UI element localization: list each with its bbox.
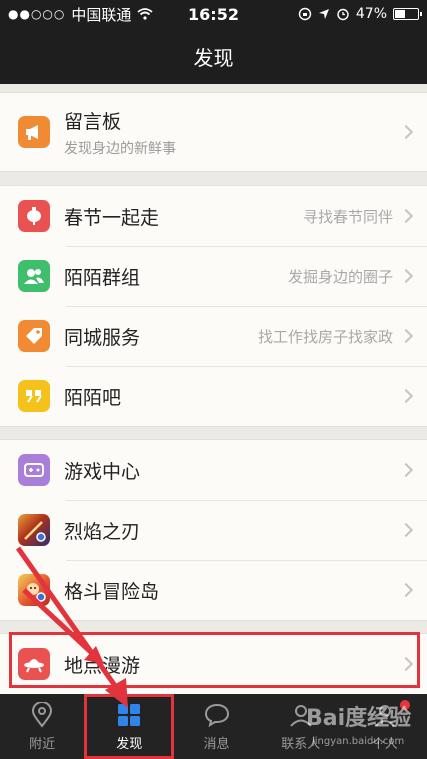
tab-profile[interactable]: 个人 bbox=[343, 694, 427, 759]
item-hint: 寻找春节同伴 bbox=[302, 207, 393, 226]
signal-strength-icon: ●●○○○ bbox=[8, 7, 66, 21]
item-title: 地点漫游 bbox=[64, 654, 141, 677]
battery-icon bbox=[393, 8, 422, 20]
tab-bar: 附近 发现 消息 联系人 个人 bbox=[0, 694, 427, 759]
quote-icon bbox=[18, 380, 50, 412]
item-title: 游戏中心 bbox=[64, 460, 141, 483]
list-item-message-board[interactable]: 留言板 发现身边的新鲜事 bbox=[0, 93, 427, 171]
grid-icon bbox=[115, 701, 143, 729]
chevron-right-icon bbox=[398, 582, 414, 598]
list-item-city-services[interactable]: 同城服务 找工作找房子找家政 bbox=[0, 306, 427, 366]
megaphone-icon bbox=[18, 116, 50, 148]
item-hint: 发掘身边的圈子 bbox=[287, 267, 393, 286]
chevron-right-icon bbox=[398, 388, 414, 404]
tab-label: 消息 bbox=[203, 737, 230, 752]
item-title: 留言板 bbox=[64, 110, 122, 133]
alarm-icon bbox=[337, 8, 349, 21]
tab-contacts[interactable]: 联系人 bbox=[259, 694, 343, 759]
gamepad-icon bbox=[18, 454, 50, 486]
list-item-game-center[interactable]: 游戏中心 bbox=[0, 440, 427, 500]
item-title: 同城服务 bbox=[64, 326, 141, 349]
tab-label: 个人 bbox=[371, 737, 398, 752]
item-title: 格斗冒险岛 bbox=[64, 580, 160, 603]
chevron-right-icon bbox=[398, 656, 414, 672]
game-thumbnail-icon bbox=[18, 574, 50, 606]
item-title: 春节一起走 bbox=[64, 206, 160, 229]
tab-label: 附近 bbox=[29, 737, 56, 752]
chevron-right-icon bbox=[398, 124, 414, 140]
list-group: 地点漫游 bbox=[0, 633, 427, 694]
nav-bar: 发现 bbox=[0, 28, 427, 84]
discover-list[interactable]: 留言板 发现身边的新鲜事 春节一起走 寻找春节同伴 陌陌群组 发掘身边的圈子 同… bbox=[0, 84, 427, 694]
tab-messages[interactable]: 消息 bbox=[174, 694, 258, 759]
item-title: 陌陌群组 bbox=[64, 266, 141, 289]
chevron-right-icon bbox=[398, 268, 414, 284]
item-title: 陌陌吧 bbox=[64, 386, 122, 409]
list-item-game-fight-island[interactable]: 格斗冒险岛 bbox=[0, 560, 427, 620]
chevron-right-icon bbox=[398, 522, 414, 538]
list-item-location-roaming[interactable]: 地点漫游 bbox=[0, 634, 427, 694]
item-subtitle: 发现身边的新鲜事 bbox=[64, 140, 176, 157]
status-bar: ●●○○○ 中国联通 16:52 47% bbox=[0, 0, 427, 28]
chevron-right-icon bbox=[398, 328, 414, 344]
carrier-name: 中国联通 bbox=[71, 5, 132, 24]
list-group: 留言板 发现身边的新鲜事 bbox=[0, 92, 427, 172]
tag-icon bbox=[18, 320, 50, 352]
tab-label: 联系人 bbox=[281, 737, 321, 752]
list-item-groups[interactable]: 陌陌群组 发掘身边的圈子 bbox=[0, 246, 427, 306]
notification-badge bbox=[400, 700, 411, 710]
ufo-icon bbox=[18, 648, 50, 680]
chat-bubble-icon bbox=[203, 701, 231, 729]
tab-discover[interactable]: 发现 bbox=[84, 694, 175, 759]
chevron-right-icon bbox=[398, 462, 414, 478]
chevron-right-icon bbox=[398, 208, 414, 224]
lantern-icon bbox=[18, 200, 50, 232]
location-pin-icon bbox=[28, 701, 56, 729]
tab-nearby[interactable]: 附近 bbox=[0, 694, 84, 759]
list-item-game-blade[interactable]: 烈焰之刃 bbox=[0, 500, 427, 560]
page-title: 发现 bbox=[193, 45, 234, 70]
rotation-lock-icon bbox=[298, 7, 312, 21]
location-arrow-icon bbox=[318, 9, 329, 19]
list-item-momo-bar[interactable]: 陌陌吧 bbox=[0, 366, 427, 426]
list-group: 春节一起走 寻找春节同伴 陌陌群组 发掘身边的圈子 同城服务 找工作找房子找家政… bbox=[0, 185, 427, 427]
profile-icon bbox=[371, 701, 399, 729]
list-item-spring-festival[interactable]: 春节一起走 寻找春节同伴 bbox=[0, 186, 427, 246]
person-icon bbox=[287, 701, 315, 729]
tab-label: 发现 bbox=[116, 737, 143, 752]
item-hint: 找工作找房子找家政 bbox=[257, 327, 393, 346]
game-thumbnail-icon bbox=[18, 514, 50, 546]
item-title: 烈焰之刃 bbox=[64, 520, 141, 543]
battery-percent: 47% bbox=[355, 6, 387, 22]
group-icon bbox=[18, 260, 50, 292]
list-group: 游戏中心 烈焰之刃 格斗冒险岛 bbox=[0, 439, 427, 621]
wifi-icon bbox=[137, 8, 153, 20]
